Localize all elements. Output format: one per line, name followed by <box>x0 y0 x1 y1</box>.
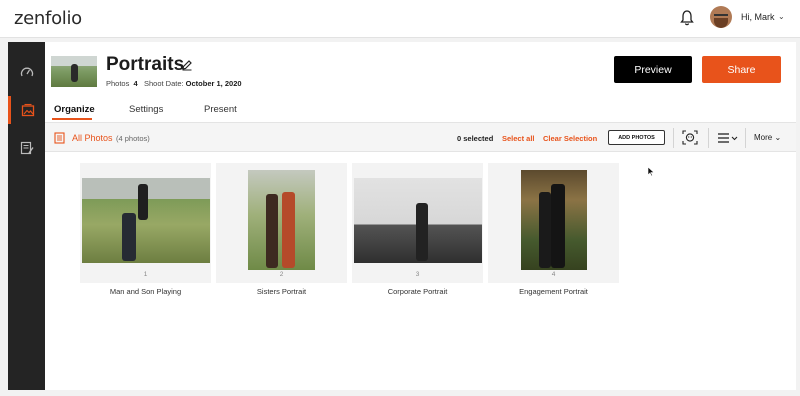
dashboard-icon <box>20 67 33 77</box>
photo-caption: Engagement Portrait <box>519 287 588 296</box>
share-button[interactable]: Share <box>702 56 781 83</box>
photo-count: (4 photos) <box>116 134 150 143</box>
photo-figure <box>539 192 551 268</box>
photo-figure <box>416 203 428 261</box>
photo-number: 1 <box>143 271 148 278</box>
cover-figure <box>71 64 78 82</box>
toolbar-divider <box>745 128 746 148</box>
photo-figure <box>282 192 295 268</box>
active-tab-indicator <box>52 118 92 120</box>
top-header: zenfolio Hi, Mark ⌄ <box>0 0 800 38</box>
photos-icon <box>21 103 35 117</box>
photo-figure <box>138 184 148 220</box>
avatar-beard <box>714 18 728 28</box>
photo-number: 4 <box>551 271 556 278</box>
sidebar-item-dashboard[interactable] <box>8 58 45 86</box>
face-recognition-icon[interactable] <box>682 130 698 145</box>
tab-present[interactable]: Present <box>204 104 237 115</box>
chevron-down-icon: ⌄ <box>774 133 782 142</box>
photo-card[interactable]: 2 <box>216 163 347 283</box>
avatar[interactable] <box>710 6 732 28</box>
toolbar-divider <box>708 128 709 148</box>
gallery-meta: Photos 4 Shoot Date: October 1, 2020 <box>106 79 242 88</box>
photo-card[interactable]: 4 <box>488 163 619 283</box>
photo-number: 2 <box>279 271 284 278</box>
bell-icon[interactable] <box>680 10 694 26</box>
shoot-date-label: Shoot Date: <box>143 79 184 88</box>
photo-caption: Man and Son Playing <box>109 287 182 296</box>
tab-organize[interactable]: Organize <box>54 104 95 115</box>
pencil-icon[interactable] <box>181 59 193 71</box>
photo-figure <box>266 194 278 268</box>
photo-thumbnail[interactable] <box>82 178 210 263</box>
album-icon <box>54 132 65 144</box>
photos-label: Photos <box>106 79 130 88</box>
mouse-cursor-icon <box>647 166 655 177</box>
shoot-date: October 1, 2020 <box>185 79 242 88</box>
photo-thumbnail[interactable] <box>521 170 587 270</box>
select-all-link[interactable]: Select all <box>502 134 535 143</box>
avatar-glasses <box>714 14 728 17</box>
photo-number: 3 <box>415 271 420 278</box>
account-greeting[interactable]: Hi, Mark <box>741 12 775 22</box>
photo-figure <box>122 213 136 261</box>
photo-card[interactable]: 1 <box>80 163 211 283</box>
photo-card[interactable]: 3 <box>352 163 483 283</box>
more-label: More <box>754 133 773 142</box>
main-panel: Portraits Photos 4 Shoot Date: October 1… <box>45 42 796 390</box>
photo-thumbnail[interactable] <box>354 178 482 263</box>
orders-icon <box>20 141 34 155</box>
left-sidebar <box>8 42 45 390</box>
chevron-down-icon[interactable]: ⌄ <box>778 12 785 21</box>
list-view-icon[interactable] <box>717 131 739 145</box>
sidebar-item-orders[interactable] <box>8 134 45 162</box>
photo-figure <box>551 184 565 268</box>
tab-settings[interactable]: Settings <box>129 104 163 115</box>
photo-toolbar: All Photos (4 photos) 0 selected Select … <box>45 122 796 152</box>
preview-button[interactable]: Preview <box>614 56 692 83</box>
page-title: Portraits <box>106 54 185 75</box>
photo-caption: Sisters Portrait <box>256 287 307 296</box>
sidebar-item-photos[interactable] <box>8 96 45 124</box>
photos-count: 4 <box>133 79 138 88</box>
photo-caption: Corporate Portrait <box>387 287 448 296</box>
gallery-cover-thumbnail[interactable] <box>51 56 97 87</box>
all-photos-link[interactable]: All Photos <box>72 133 113 143</box>
selected-count: 0 selected <box>457 134 494 143</box>
zenfolio-logo[interactable]: zenfolio <box>14 8 82 29</box>
clear-selection-link[interactable]: Clear Selection <box>543 134 597 143</box>
toolbar-divider <box>673 128 674 148</box>
add-photos-button[interactable]: ADD PHOTOS <box>608 130 665 145</box>
tab-bar: Organize Settings Present <box>45 100 796 120</box>
more-menu[interactable]: More ⌄ <box>754 133 781 142</box>
photo-thumbnail[interactable] <box>248 170 315 270</box>
